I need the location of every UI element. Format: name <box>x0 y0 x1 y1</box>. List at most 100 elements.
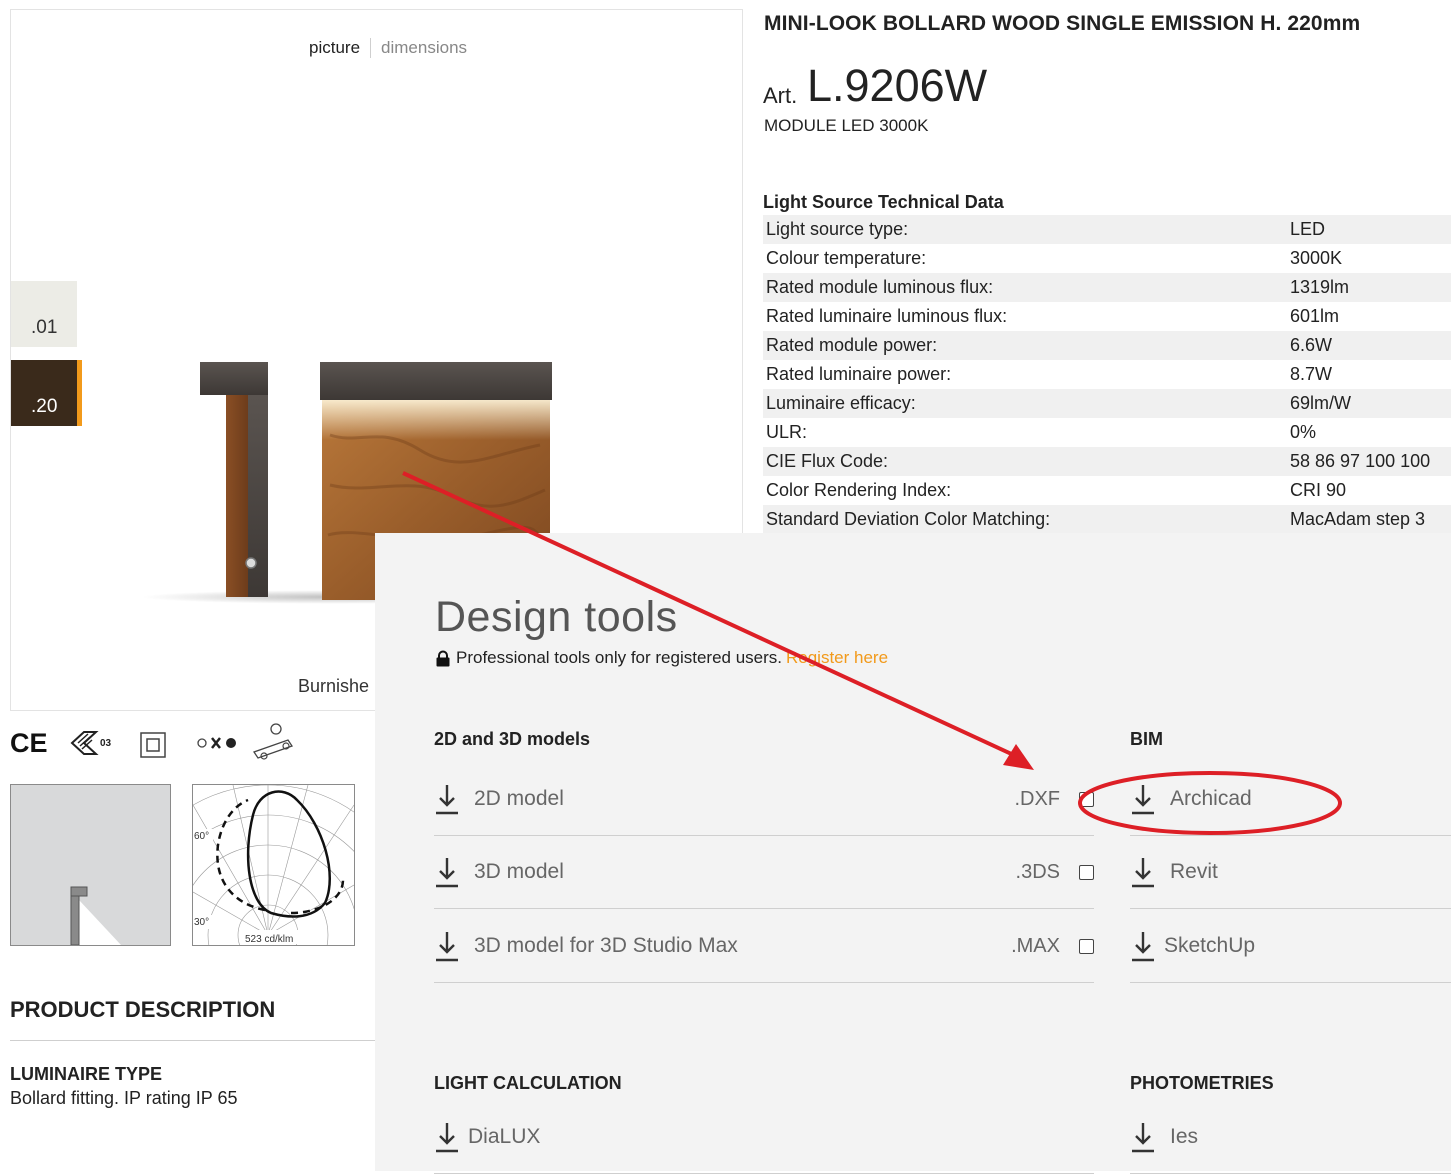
tech-data-row: Color Rendering Index: CRI 90 <box>763 476 1451 505</box>
tech-data-row: Light source type: LED <box>763 215 1451 244</box>
file-extension: .MAX <box>1011 934 1060 957</box>
tech-data-value: LED <box>1287 215 1451 244</box>
module-name: MODULE LED 3000K <box>764 116 929 135</box>
design-tools-title: Design tools <box>435 593 678 641</box>
tech-data-row: Colour temperature: 3000K <box>763 244 1451 273</box>
tech-data-label: Rated module luminous flux: <box>763 273 1287 302</box>
select-checkbox[interactable] <box>1079 791 1094 807</box>
note-text: Professional tools only for registered u… <box>456 648 782 667</box>
finish-swatch-01[interactable]: .01 <box>11 281 77 347</box>
tech-data-row: ULR: 0% <box>763 418 1451 447</box>
light-beam <box>79 900 121 945</box>
download-sketchup[interactable]: SketchUp <box>1130 910 1451 983</box>
tech-data-value: CRI 90 <box>1290 480 1347 500</box>
select-checkbox[interactable] <box>1079 864 1094 880</box>
intensity-label: 523 cd/klm <box>245 934 293 945</box>
polar-curve-dashed-right <box>290 879 345 915</box>
tech-data-value: 8.7W <box>1290 364 1333 384</box>
view-tabs: picture dimensions <box>299 28 477 68</box>
tech-data-label: ULR: <box>766 422 808 442</box>
emission-diagram <box>70 886 121 946</box>
light-calc-heading: LIGHT CALCULATION <box>434 1073 622 1093</box>
tech-data-value: 69lm/W <box>1287 389 1451 418</box>
tech-data-label: Luminaire efficacy: <box>763 389 1287 418</box>
tech-data-value: MacAdam step 3 <box>1287 505 1451 534</box>
tech-data-value: 58 86 97 100 100 <box>1287 447 1451 476</box>
download-3d-model[interactable]: 3D model .3DS <box>434 836 1094 909</box>
tech-data-table: Light source type: LED Colour temperature:… <box>763 215 1451 534</box>
bollard-screw-icon <box>245 557 257 569</box>
download-icon <box>1132 1123 1154 1153</box>
tech-data-value: 3000K <box>1290 248 1343 268</box>
tech-data-value: 601lm <box>1290 306 1340 326</box>
tab-dimensions[interactable]: dimensions <box>370 38 477 58</box>
tech-data-value: 0% <box>1290 422 1317 442</box>
angle-30-label: 30° <box>194 917 209 928</box>
download-label: 3D model <box>474 860 564 883</box>
polar-diagram: 60° 30° 523 cd/klm <box>117 784 419 1086</box>
download-label: Revit <box>1170 860 1218 883</box>
download-icon <box>1132 932 1154 962</box>
tech-data-label: Color Rendering Index: <box>766 480 952 500</box>
download-icon <box>436 785 458 815</box>
download-archicad[interactable]: Archicad <box>1130 763 1451 836</box>
download-dialux[interactable]: DiaLUX <box>434 1101 1094 1174</box>
tech-data-label: Colour temperature: <box>766 248 927 268</box>
enec-mark-icon <box>70 731 99 755</box>
download-icon <box>436 858 458 888</box>
download-icon <box>1132 858 1154 888</box>
description-divider <box>10 1040 375 1041</box>
tab-picture[interactable]: picture <box>299 38 370 58</box>
download-2d-model[interactable]: 2D model .DXF <box>434 763 1094 836</box>
tech-data-row: Rated luminaire luminous flux: 601lm <box>763 302 1451 331</box>
bollard-front-head <box>320 362 552 400</box>
bollard-post-mini <box>70 895 80 946</box>
bollard-side-wood <box>226 395 248 597</box>
tech-data-label: Light source type: <box>763 215 1287 244</box>
tech-data-row: CIE Flux Code: 58 86 97 100 100 <box>763 447 1451 476</box>
art-prefix: Art. <box>763 83 798 108</box>
download-revit[interactable]: Revit <box>1130 836 1451 909</box>
bim-heading: BIM <box>1130 729 1163 749</box>
ip-class-label: 03 <box>100 738 112 749</box>
photometries-heading: PHOTOMETRIES <box>1130 1073 1274 1093</box>
registered-users-note: Professional tools only for registered u… <box>435 648 888 668</box>
download-label: Ies <box>1170 1125 1199 1148</box>
lock-icon <box>436 650 450 666</box>
download-label: 3D model for 3D Studio Max <box>474 934 738 957</box>
tech-data-value: 1319lm <box>1287 273 1451 302</box>
finish-swatch-20[interactable]: .20 <box>11 360 82 426</box>
register-link[interactable]: Register here <box>786 648 888 668</box>
bollard-side-head <box>200 362 268 395</box>
luminaire-type-value: Bollard fitting. IP rating IP 65 <box>10 1088 238 1108</box>
product-title: MINI-LOOK BOLLARD WOOD SINGLE EMISSION H… <box>764 12 1361 35</box>
tech-data-row: Rated module luminous flux: 1319lm <box>763 273 1451 302</box>
download-3d-studio-max[interactable]: 3D model for 3D Studio Max .MAX <box>434 910 1094 983</box>
download-icon <box>436 932 458 962</box>
finish-code: .20 <box>31 396 58 417</box>
finish-code: .01 <box>31 317 58 338</box>
tech-data-value: 6.6W <box>1287 331 1451 360</box>
download-icon <box>436 1123 458 1153</box>
photometric-drawing: 60° 30° 523 cd/klm <box>117 784 419 1086</box>
tech-data-title: Light Source Technical Data <box>763 192 1004 212</box>
luminaire-type-label: LUMINAIRE TYPE <box>10 1064 163 1084</box>
art-code: L.9206W <box>807 60 988 111</box>
tech-data-label: Standard Deviation Color Matching: <box>763 505 1287 534</box>
tech-data-row: Luminaire efficacy: 69lm/W <box>763 389 1451 418</box>
design-tools-panel: Design tools Professional tools only for… <box>375 533 1451 1174</box>
tech-data-row: Standard Deviation Color Matching: MacAda… <box>763 505 1451 534</box>
tech-data-label: Rated luminaire luminous flux: <box>766 306 1008 326</box>
tech-data-row: Rated module power: 6.6W <box>763 331 1451 360</box>
download-label: DiaLUX <box>468 1125 541 1148</box>
finish-caption: Burnishe <box>298 676 370 696</box>
download-ies[interactable]: Ies <box>1130 1101 1451 1174</box>
select-checkbox[interactable] <box>1079 938 1094 954</box>
download-label: SketchUp <box>1164 934 1256 957</box>
tech-data-label: CIE Flux Code: <box>763 447 1287 476</box>
angle-60-label: 60° <box>194 831 209 842</box>
file-extension: .3DS <box>1015 860 1060 883</box>
models-heading: 2D and 3D models <box>434 729 591 749</box>
description-title: PRODUCT DESCRIPTION <box>10 997 276 1022</box>
tech-data-label: Rated luminaire power: <box>766 364 952 384</box>
